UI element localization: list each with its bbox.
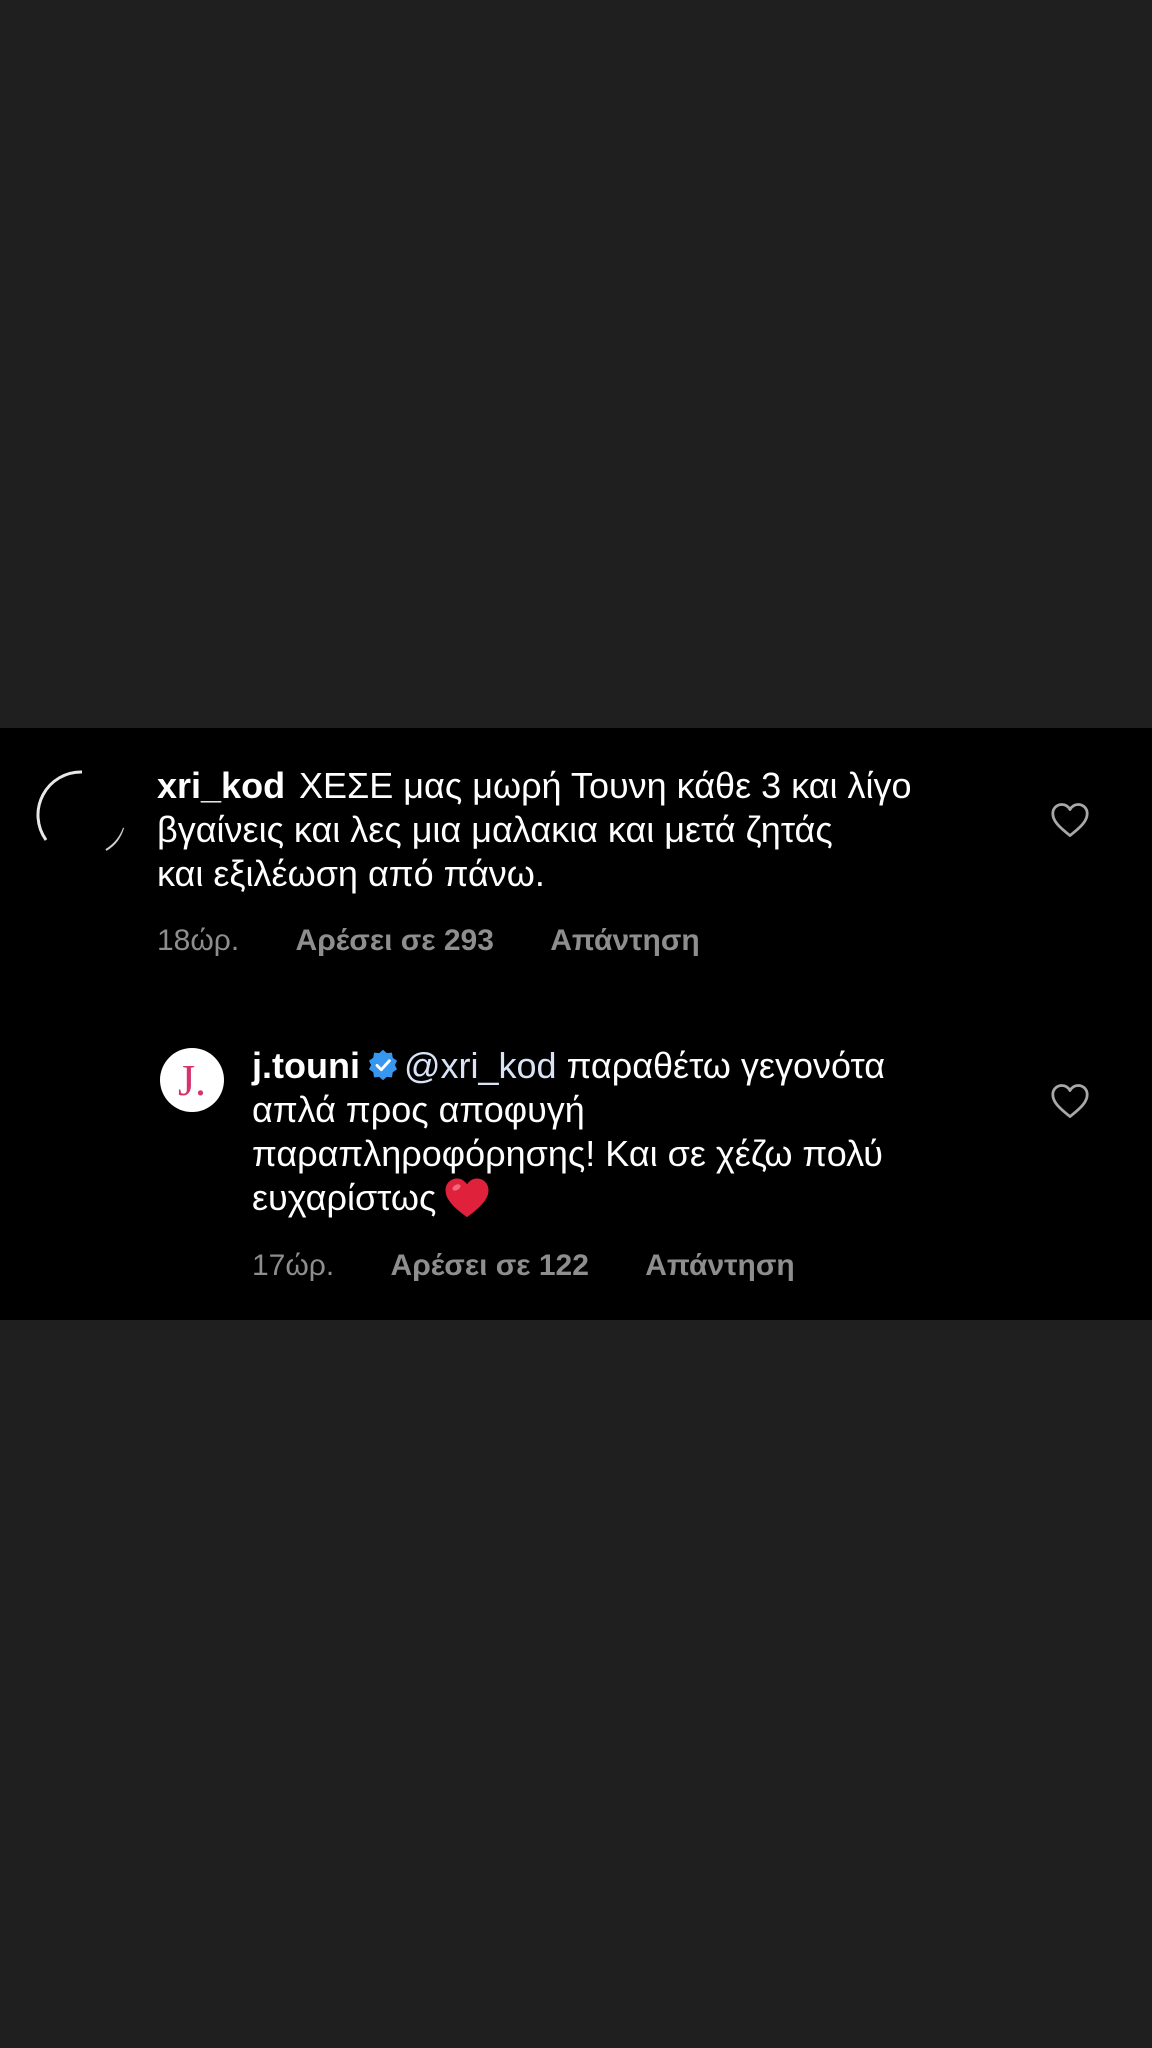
comment-text-line: και εξιλέωση από πάνω. bbox=[157, 853, 545, 894]
comment-time: 18ώρ. bbox=[157, 924, 240, 957]
verified-badge-icon bbox=[366, 1048, 400, 1082]
comment-username[interactable]: xri_kod bbox=[157, 764, 289, 808]
comment-text-line: βγαίνεις και λες μια μαλακια και μετά ζη… bbox=[157, 809, 833, 850]
comment-text-line: ευχαρίστως bbox=[252, 1177, 437, 1218]
mention-link[interactable]: @xri_kod bbox=[404, 1045, 557, 1086]
comment-text-line: παραπληροφόρησης! Και σε χέζω πολύ bbox=[252, 1133, 883, 1174]
likes-count-button[interactable]: Αρέσει σε 293 bbox=[296, 924, 494, 958]
brand-logo: J. bbox=[177, 1056, 207, 1105]
reply-button[interactable]: Απάντηση bbox=[645, 1249, 795, 1283]
comment-meta: 17ώρ. Αρέσει σε 122 Απάντηση bbox=[252, 1249, 843, 1283]
comment-meta: 18ώρ. Αρέσει σε 293 Απάντηση bbox=[157, 924, 748, 958]
comment-text-line: απλά προς αποφυγή bbox=[252, 1089, 585, 1130]
comment-username[interactable]: j.touni bbox=[252, 1045, 360, 1086]
red-heart-emoji-icon bbox=[444, 1176, 490, 1220]
comment-time: 17ώρ. bbox=[252, 1249, 335, 1282]
comment-text-line: ΧΕΣΕ μας μωρή Τουνη κάθε 3 και λίγο bbox=[299, 765, 912, 806]
likes-count-button[interactable]: Αρέσει σε 122 bbox=[391, 1249, 589, 1283]
reply-button[interactable]: Απάντηση bbox=[550, 924, 700, 958]
heart-outline-icon[interactable] bbox=[1050, 802, 1090, 838]
comment-body: xri_kod ΧΕΣΕ μας μωρή Τουνη κάθε 3 και λ… bbox=[157, 764, 912, 896]
avatar[interactable] bbox=[36, 770, 126, 860]
comment-text-line: παραθέτω γεγονότα bbox=[566, 1045, 886, 1086]
avatar[interactable]: J. bbox=[160, 1048, 224, 1112]
comment-body: j.touni @xri_kod παραθέτω γεγονότα απλά π… bbox=[252, 1044, 885, 1222]
heart-outline-icon[interactable] bbox=[1050, 1083, 1090, 1119]
